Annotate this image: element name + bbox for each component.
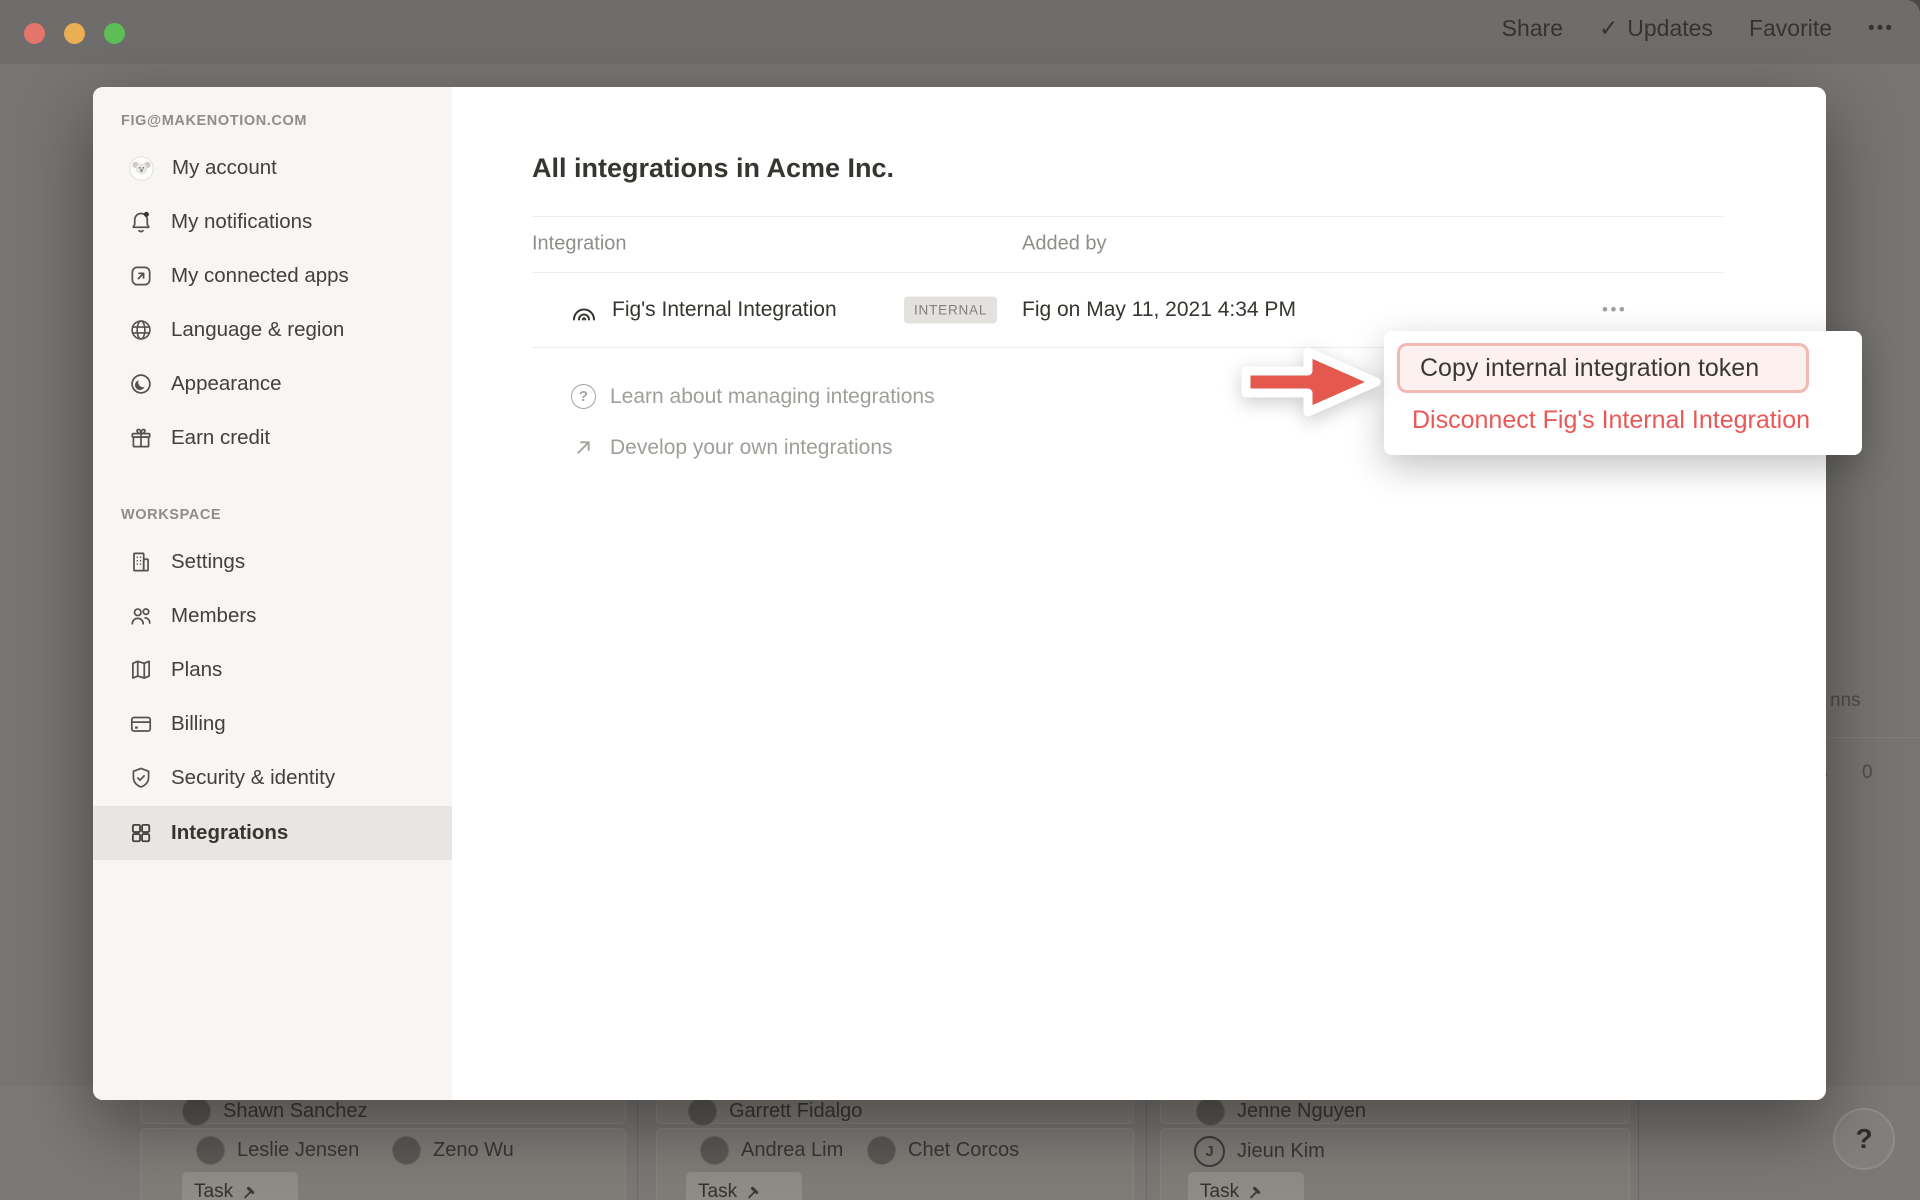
sidebar-item-earn-credit[interactable]: Earn credit (93, 411, 452, 465)
board-row-divider (1826, 737, 1920, 738)
hammer-icon (241, 1184, 257, 1200)
internal-badge: INTERNAL (904, 296, 997, 323)
building-icon (128, 549, 154, 575)
clipped-text-fragment: 0 (1862, 762, 1873, 784)
ellipsis-icon: ••• (1868, 18, 1894, 40)
added-by-value: Fig on May 11, 2021 4:34 PM (1022, 298, 1296, 322)
avatar (700, 1136, 729, 1165)
person-chip: Andrea Lim (700, 1136, 843, 1165)
column-header-added-by: Added by (1022, 233, 1107, 256)
topbar-actions: Share ✓ Updates Favorite ••• (1502, 15, 1894, 42)
globe-icon (128, 317, 154, 343)
task-tag[interactable]: Task (686, 1172, 802, 1200)
screen: Share ✓ Updates Favorite ••• Shawn Sanch… (0, 0, 1920, 1200)
hammer-icon (1247, 1184, 1263, 1200)
sidebar-item-settings[interactable]: Settings (93, 535, 452, 589)
person-chip: Chet Corcos (867, 1136, 1019, 1165)
board-column-divider (1638, 1086, 1639, 1200)
sidebar-item-plans[interactable]: Plans (93, 643, 452, 697)
board-column-divider (637, 1086, 638, 1200)
sidebar-item-appearance[interactable]: Appearance (93, 357, 452, 411)
sidebar-item-my-account[interactable]: My account (93, 141, 452, 195)
share-button[interactable]: Share (1502, 15, 1563, 42)
clipped-text-fragment: nns (1830, 690, 1861, 712)
help-button[interactable]: ? (1833, 1108, 1895, 1170)
pointer-arrow-icon (1236, 340, 1388, 424)
person-chip: Zeno Wu (392, 1136, 514, 1165)
grid-icon (128, 820, 154, 846)
avatar (867, 1136, 896, 1165)
koala-avatar-icon (128, 155, 155, 182)
sidebar-item-my-connected-apps[interactable]: My connected apps (93, 249, 452, 303)
zoom-window-button[interactable] (104, 23, 125, 44)
avatar (196, 1136, 225, 1165)
avatar (392, 1136, 421, 1165)
map-icon (128, 657, 154, 683)
sidebar-item-members[interactable]: Members (93, 589, 452, 643)
moon-circle-icon (128, 371, 154, 397)
question-mark-icon: ? (1855, 1123, 1872, 1155)
integration-name: Fig's Internal Integration (612, 298, 837, 322)
account-email-label: FIG@MAKENOTION.COM (121, 113, 307, 129)
person-chip: Garrett Fidalgo (688, 1097, 862, 1126)
sidebar-item-integrations[interactable]: Integrations (93, 806, 452, 860)
arrow-up-right-icon (571, 435, 596, 460)
integration-context-menu: Copy internal integration token Disconne… (1384, 331, 1862, 455)
gift-icon (128, 425, 154, 451)
workspace-section-label: WORKSPACE (121, 507, 221, 523)
avatar (1196, 1097, 1225, 1126)
shield-check-icon (128, 765, 154, 791)
window-more-button[interactable]: ••• (1868, 18, 1894, 40)
avatar (182, 1097, 211, 1126)
avatar-initial: J (1194, 1136, 1225, 1167)
arrow-up-right-square-icon (128, 263, 154, 289)
sidebar-item-billing[interactable]: Billing (93, 697, 452, 751)
link-develop-integrations[interactable]: Develop your own integrations (571, 435, 893, 460)
minimize-window-button[interactable] (64, 23, 85, 44)
link-learn-managing-integrations[interactable]: ? Learn about managing integrations (571, 384, 935, 409)
table-header: Integration Added by (532, 216, 1723, 272)
column-header-integration: Integration (532, 233, 627, 256)
board-column-divider (1146, 1086, 1147, 1200)
fig-logo-icon (568, 294, 600, 326)
task-tag[interactable]: Task (1188, 1172, 1304, 1200)
settings-sidebar: FIG@MAKENOTION.COM My account My noti (93, 87, 452, 1100)
traffic-lights (24, 23, 125, 44)
person-chip: JJieun Kim (1194, 1136, 1325, 1167)
settings-dialog: FIG@MAKENOTION.COM My account My noti (93, 87, 1826, 1100)
person-chip: Shawn Sanchez (182, 1097, 368, 1126)
favorite-button[interactable]: Favorite (1749, 15, 1832, 42)
person-chip: Jenne Nguyen (1196, 1097, 1366, 1126)
menu-item-copy-token[interactable]: Copy internal integration token (1397, 343, 1809, 393)
sidebar-item-language-region[interactable]: Language & region (93, 303, 452, 357)
menu-item-disconnect-integration[interactable]: Disconnect Fig's Internal Integration (1412, 395, 1810, 445)
row-more-button[interactable]: ••• (1602, 300, 1627, 320)
close-window-button[interactable] (24, 23, 45, 44)
check-icon: ✓ (1599, 15, 1618, 42)
sidebar-item-security-identity[interactable]: Security & identity (93, 751, 452, 805)
credit-card-icon (128, 711, 154, 737)
bell-icon (128, 209, 154, 235)
ellipsis-icon: ••• (1602, 300, 1627, 319)
person-chip: Leslie Jensen (196, 1136, 359, 1165)
task-tag[interactable]: Task (182, 1172, 298, 1200)
page-title: All integrations in Acme Inc. (532, 153, 894, 184)
help-circle-icon: ? (571, 384, 596, 409)
updates-button[interactable]: ✓ Updates (1599, 15, 1713, 42)
sidebar-item-my-notifications[interactable]: My notifications (93, 195, 452, 249)
avatar (688, 1097, 717, 1126)
integrations-panel: All integrations in Acme Inc. Integratio… (452, 87, 1826, 1100)
hammer-icon (745, 1184, 761, 1200)
members-icon (128, 603, 154, 629)
